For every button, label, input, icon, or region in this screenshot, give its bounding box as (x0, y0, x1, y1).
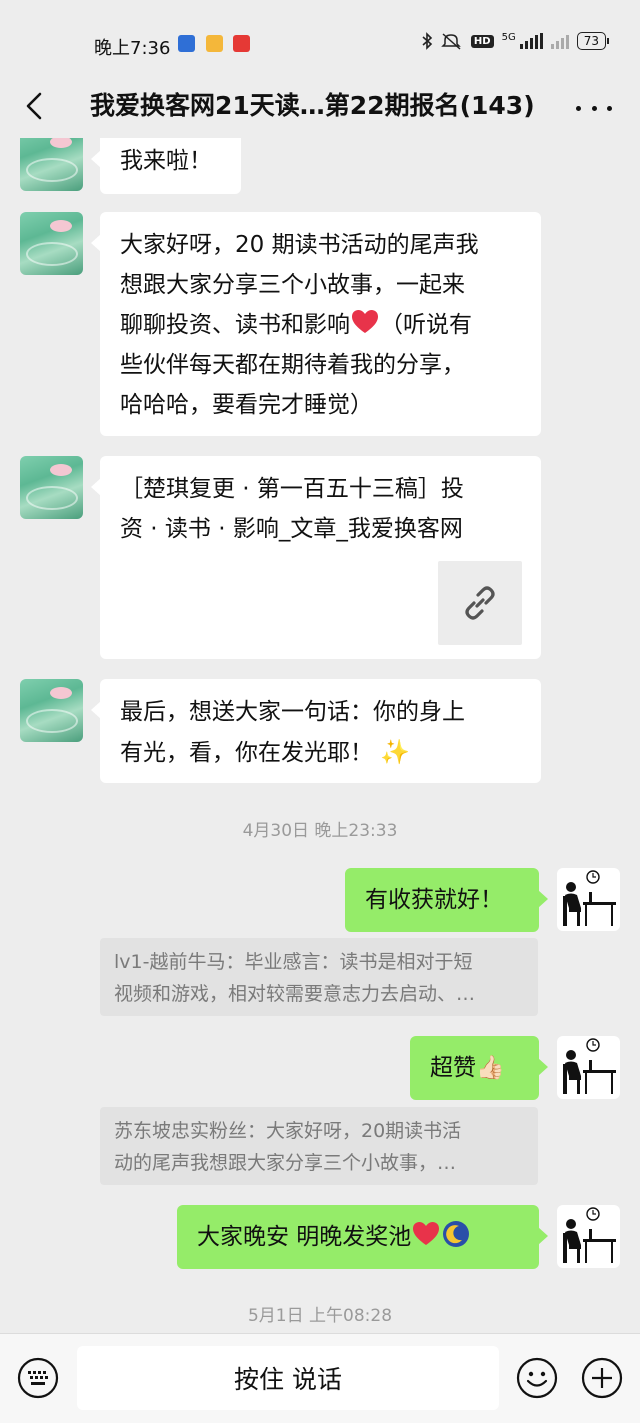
keyboard-toggle-button[interactable] (17, 1357, 59, 1399)
quote-line: 苏东坡忠实粉丝：大家好呀，20期读书活 (114, 1120, 462, 1142)
message-text-line: 哈哈哈，要看完才睡觉） (120, 392, 373, 418)
message-bubble-outgoing[interactable]: 大家晚安 明晚发奖池 (177, 1205, 548, 1269)
chat-area[interactable]: 我来啦！ 大家好呀，20 期读书活动的尾声我 想跟大家分享三个小故事，一起来 聊… (0, 138, 640, 1333)
chat-title: 我爱换客网21天读…第22期报名(143) (90, 91, 535, 120)
user-desk-avatar-icon (563, 1038, 616, 1094)
message-text-line: 想跟大家分享三个小故事，一起来 (120, 272, 465, 298)
signal-icon (519, 33, 543, 49)
quote-line: 动的尾声我想跟大家分享三个小故事，… (114, 1152, 457, 1174)
message-bubble-outgoing[interactable]: 有收获就好！ (345, 868, 548, 932)
signal-icon-secondary (550, 33, 569, 49)
network-label: 5G (501, 32, 516, 43)
message-text-line: 最后，想送大家一句话：你的身上 (120, 699, 465, 725)
message-text-line: 有光，看，你在发光耶！ (120, 740, 373, 766)
avatar-self[interactable] (557, 1036, 620, 1099)
back-button[interactable] (14, 84, 54, 128)
link-thumbnail (438, 561, 522, 645)
message-bubble[interactable]: 我来啦！ (91, 138, 241, 194)
link-card[interactable]: ［楚琪复更 · 第一百五十三稿］投 资 · 读书 · 影响_文章_我爱换客网 (91, 456, 541, 659)
chat-header: 我爱换客网21天读…第22期报名(143) (0, 78, 640, 138)
battery-icon: 73 (576, 32, 610, 50)
link-title-line: ［楚琪复更 · 第一百五十三稿］投 (120, 476, 464, 502)
heart-emoji-icon (413, 1222, 440, 1245)
status-bar: 晚上7:36 HD 5G 73 (0, 0, 640, 78)
keyboard-icon (17, 1357, 59, 1399)
avatar[interactable] (20, 456, 83, 519)
quote-line: 视频和游戏，相对较需要意志力去启动、… (114, 983, 476, 1005)
more-actions-button[interactable] (581, 1357, 623, 1399)
message-bubble[interactable]: 大家好呀，20 期读书活动的尾声我 想跟大家分享三个小故事，一起来 聊聊投资、读… (91, 212, 541, 436)
message-text-line: 些伙伴每天都在期待着我的分享， (120, 352, 465, 378)
quote-line: lv1-越前牛马：毕业感言：读书是相对于短 (114, 951, 473, 973)
more-button[interactable] (576, 88, 612, 128)
message-bubble[interactable]: 最后，想送大家一句话：你的身上 有光，看，你在发光耶！ ✨ (91, 679, 541, 783)
input-bar: 按住 说话 (0, 1333, 640, 1423)
message-text-line: 大家好呀，20 期读书活动的尾声我 (120, 232, 479, 258)
emoji-button[interactable] (516, 1357, 558, 1399)
heart-emoji-icon (352, 310, 378, 333)
link-title-line: 资 · 读书 · 影响_文章_我爱换客网 (120, 516, 463, 542)
notification-app-icon (206, 35, 223, 52)
message-text: 大家晚安 明晚发奖池 (197, 1224, 412, 1250)
more-icon-dot (607, 105, 612, 111)
moon-emoji-icon (443, 1221, 470, 1247)
user-desk-avatar-icon (563, 1207, 616, 1263)
message-text: 超赞👍🏻 (430, 1055, 505, 1081)
user-desk-avatar-icon (563, 870, 616, 926)
emoji-icon (516, 1357, 558, 1399)
bluetooth-icon (422, 32, 433, 50)
message-text: 有收获就好！ (365, 887, 503, 913)
avatar[interactable] (20, 212, 83, 275)
message-bubble-outgoing[interactable]: 超赞👍🏻 (410, 1036, 548, 1100)
message-text-line: 聊聊投资、读书和影响 (120, 312, 350, 338)
avatar[interactable] (20, 679, 83, 742)
status-indicators: HD 5G 73 (421, 32, 610, 50)
notification-app-icon (233, 35, 250, 52)
sparkle-emoji-icon: ✨ (380, 738, 411, 766)
status-time: 晚上7:36 (94, 38, 171, 59)
quote-reference[interactable]: lv1-越前牛马：毕业感言：读书是相对于短 视频和游戏，相对较需要意志力去启动、… (100, 938, 538, 1016)
back-icon (26, 92, 42, 120)
quote-reference[interactable]: 苏东坡忠实粉丝：大家好呀，20期读书活 动的尾声我想跟大家分享三个小故事，… (100, 1107, 538, 1185)
plus-icon (581, 1357, 623, 1399)
message-text: 我来啦！ (120, 148, 212, 174)
avatar-self[interactable] (557, 1205, 620, 1268)
link-icon (465, 586, 495, 620)
timestamp: 5月1日 上午08:28 (247, 1306, 393, 1326)
hd-badge: HD (470, 34, 494, 48)
notification-app-icon (178, 35, 195, 52)
more-icon-dot (591, 105, 597, 111)
hold-to-talk-button[interactable]: 按住 说话 (77, 1346, 499, 1410)
message-text-line: （听说有 (380, 312, 472, 338)
more-icon (576, 105, 581, 111)
avatar[interactable] (20, 138, 83, 191)
avatar-self[interactable] (557, 868, 620, 931)
mute-icon (441, 33, 461, 50)
timestamp: 4月30日 晚上23:33 (242, 821, 398, 841)
